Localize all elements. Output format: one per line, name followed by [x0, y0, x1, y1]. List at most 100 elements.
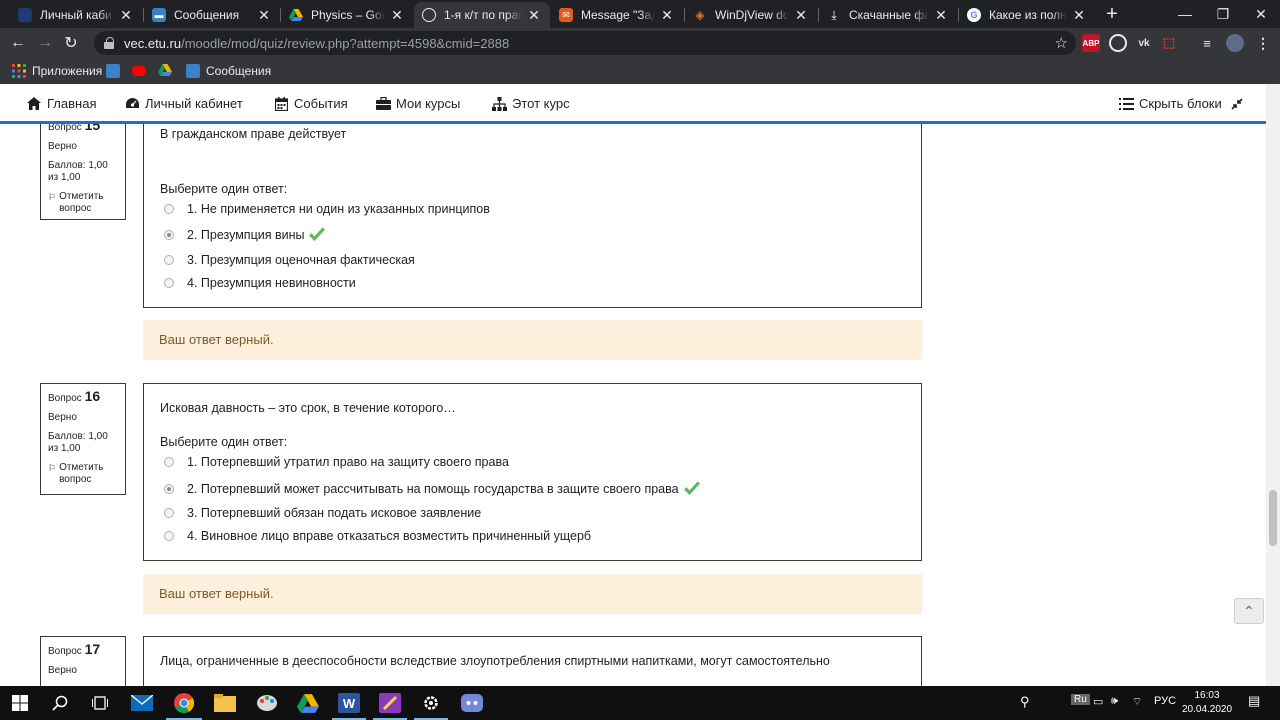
radio-button[interactable] [164, 278, 174, 288]
battery-icon[interactable]: ▭ [1093, 695, 1103, 708]
close-icon[interactable]: ✕ [793, 7, 809, 24]
question-status: Верно [48, 665, 77, 676]
nav-label: Главная [47, 96, 97, 111]
mail-app-icon[interactable] [130, 691, 154, 715]
url-text: vec.etu.ru/moodle/mod/quiz/review.php?at… [124, 35, 510, 51]
radio-button[interactable] [164, 230, 174, 240]
close-icon[interactable]: ✕ [526, 7, 542, 24]
answer-option[interactable]: 3. Презумпция оценочная фактическая [164, 253, 415, 267]
chrome-icon[interactable] [172, 691, 196, 715]
close-icon[interactable]: ✕ [933, 7, 949, 24]
file-explorer-icon[interactable] [213, 691, 237, 715]
close-icon[interactable]: ✕ [389, 7, 405, 24]
flag-question-link[interactable]: ⚐ Отметить вопрос [48, 462, 118, 486]
wifi-icon[interactable]: ⌔ [1132, 695, 1142, 709]
radio-button[interactable] [164, 508, 174, 518]
answer-option[interactable]: 4. Презумпция невиновности [164, 276, 356, 290]
nav-events[interactable]: События [273, 96, 348, 111]
tab-physics[interactable]: Physics – Google Д ✕ [281, 2, 413, 28]
volume-icon[interactable]: 🕪 [1111, 695, 1118, 708]
adblock-icon[interactable]: ABP [1082, 34, 1100, 52]
people-icon[interactable]: ⚲ [1020, 694, 1030, 710]
windows-start-icon[interactable] [8, 691, 32, 715]
answer-option[interactable]: 3. Потерпевший обязан подать исковое зая… [164, 506, 481, 520]
nav-dashboard[interactable]: Личный кабинет [124, 96, 243, 111]
pdf-icon[interactable]: ⬚ [1160, 34, 1178, 52]
tab-title: Сообщения [174, 8, 240, 22]
keyboard-layout-badge[interactable]: Ru [1071, 694, 1090, 705]
language-indicator[interactable]: РУС [1154, 695, 1176, 707]
media-icon[interactable]: ≡ [1198, 34, 1216, 52]
forward-button[interactable]: → [34, 32, 56, 54]
close-window-button[interactable]: ✕ [1238, 0, 1280, 28]
option-label: 2. Потерпевший может рассчитывать на пом… [187, 482, 679, 496]
answer-option[interactable]: 2. Потерпевший может рассчитывать на пом… [164, 481, 701, 497]
tab-quiz-active[interactable]: 1-я к/т по правов ✕ [414, 2, 550, 28]
nav-my-courses[interactable]: Мои курсы [375, 96, 460, 111]
back-to-top-button[interactable]: ⌃ [1234, 598, 1264, 624]
close-icon[interactable]: ✕ [118, 7, 134, 24]
bookmark-messages[interactable]: Сообщения [186, 62, 271, 80]
tab-downloads[interactable]: ⤓ Скачанные файлы ✕ [819, 2, 957, 28]
task-view-icon[interactable] [88, 691, 112, 715]
tab-google[interactable]: G Какое из полномо ✕ [959, 2, 1095, 28]
address-bar[interactable]: vec.etu.ru/moodle/mod/quiz/review.php?at… [94, 31, 1076, 55]
word-icon[interactable]: W [337, 691, 361, 715]
close-icon[interactable]: ✕ [256, 7, 272, 24]
radio-button[interactable] [164, 255, 174, 265]
bookmark-star-icon[interactable]: ☆ [1055, 34, 1068, 52]
hide-blocks-button[interactable]: Скрыть блоки [1118, 96, 1250, 111]
question-box-15: В гражданском праве действует Выберите о… [143, 124, 922, 308]
reload-button[interactable]: ↻ [60, 32, 82, 54]
flag-question-link[interactable]: ⚐ Отметить вопрос [48, 191, 118, 215]
paint-icon[interactable] [255, 691, 279, 715]
flag-label: Отметить вопрос [59, 191, 104, 214]
option-label: 4. Презумпция невиновности [187, 276, 356, 290]
google-drive-icon[interactable] [296, 691, 320, 715]
moodle-navbar: Главная Личный кабинет События Мои курсы… [0, 84, 1266, 124]
avatar[interactable] [1226, 34, 1244, 52]
system-clock[interactable]: 16:03 20.04.2020 [1182, 689, 1232, 717]
settings-gear-icon[interactable] [419, 691, 443, 715]
question-number: Вопрос 16 [48, 388, 101, 404]
list-icon [1118, 97, 1134, 111]
answer-option[interactable]: 2. Презумпция вины [164, 227, 326, 243]
tab-messages[interactable]: ▬ Сообщения ✕ [144, 2, 280, 28]
answer-option[interactable]: 4. Виновное лицо вправе отказаться возме… [164, 529, 591, 543]
extension-icon[interactable] [1109, 34, 1127, 52]
bookmark-messages-icon[interactable] [106, 62, 126, 80]
radio-button[interactable] [164, 204, 174, 214]
nav-home[interactable]: Главная [26, 96, 96, 111]
nav-label: Этот курс [512, 96, 570, 111]
quiz-review-content: Вопрос 15 Верно Баллов: 1,00 из 1,00 ⚐ О… [0, 124, 1266, 686]
answer-prompt: Выберите один ответ: [160, 182, 288, 196]
discord-icon[interactable] [460, 691, 484, 715]
onenote-icon[interactable] [378, 691, 402, 715]
search-icon[interactable] [48, 691, 72, 715]
tab-lk[interactable]: Личный кабинет с ✕ [10, 2, 142, 28]
radio-button[interactable] [164, 457, 174, 467]
menu-icon[interactable]: ⋮ [1254, 34, 1272, 52]
message-icon [186, 64, 200, 78]
feedback-box: Ваш ответ верный. [143, 574, 922, 614]
back-button[interactable]: ← [7, 32, 29, 54]
scrollbar-thumb[interactable] [1269, 490, 1277, 546]
tab-windjview[interactable]: ◈ WinDjView downlo ✕ [685, 2, 817, 28]
bookmark-youtube[interactable] [132, 62, 152, 80]
bookmark-drive[interactable] [158, 62, 178, 80]
vk-icon[interactable]: vk [1135, 34, 1153, 52]
tab-message-task[interactable]: ✉ Message "Задание ✕ [551, 2, 683, 28]
notifications-icon[interactable]: ▤ [1248, 693, 1260, 709]
nav-this-course[interactable]: Этот курс [491, 96, 570, 111]
radio-button[interactable] [164, 484, 174, 494]
answer-option[interactable]: 1. Не применяется ни один из указанных п… [164, 202, 490, 216]
answer-option[interactable]: 1. Потерпевший утратил право на защиту с… [164, 455, 509, 469]
bookmark-apps[interactable]: Приложения [12, 62, 102, 80]
close-icon[interactable]: ✕ [659, 7, 675, 24]
checkmark-icon [309, 227, 326, 241]
radio-button[interactable] [164, 531, 174, 541]
close-icon[interactable]: ✕ [1071, 7, 1087, 24]
option-label: 1. Потерпевший утратил право на защиту с… [187, 455, 509, 469]
page-scrollbar[interactable] [1266, 84, 1280, 686]
new-tab-button[interactable]: + [1102, 4, 1122, 24]
